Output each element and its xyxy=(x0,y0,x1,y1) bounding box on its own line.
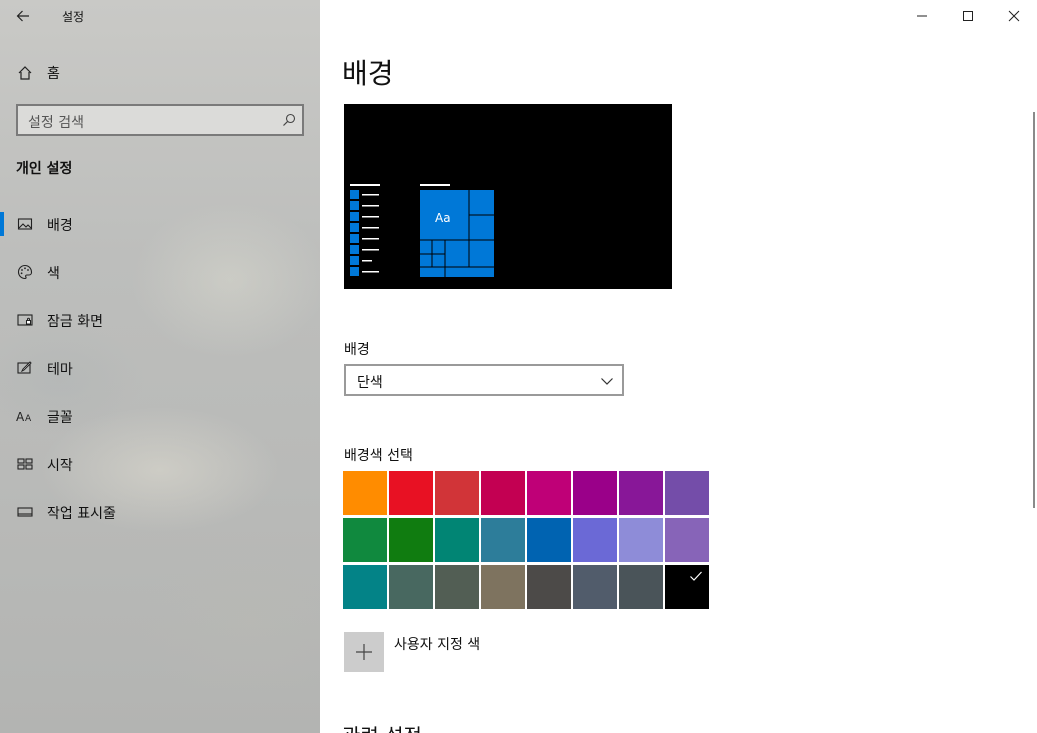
nav-home-label: 홈 xyxy=(47,66,60,82)
background-type-dropdown[interactable]: 단색 xyxy=(344,364,624,396)
taskbar-icon xyxy=(16,503,34,521)
title-bar: 설정 xyxy=(0,0,320,32)
color-swatch[interactable] xyxy=(665,518,709,562)
color-swatch[interactable] xyxy=(435,565,479,609)
maximize-icon xyxy=(963,11,973,21)
page-title: 배경 xyxy=(342,57,394,90)
color-swatch[interactable] xyxy=(665,471,709,515)
sidebar: 설정 홈 설정 검색 개인 설정 배경 색 잠금 화면 테마 A A 글꼴 시작… xyxy=(0,0,320,733)
close-icon xyxy=(1008,10,1020,22)
theme-brush-icon xyxy=(16,359,34,377)
search-input[interactable]: 설정 검색 xyxy=(16,104,304,136)
app-title: 설정 xyxy=(62,10,85,24)
checkmark-icon xyxy=(690,571,702,581)
search-placeholder: 설정 검색 xyxy=(28,115,84,131)
close-button[interactable] xyxy=(991,0,1037,32)
back-arrow-icon xyxy=(16,10,29,22)
start-icon xyxy=(16,455,34,473)
color-swatch[interactable] xyxy=(389,471,433,515)
color-swatch[interactable] xyxy=(343,518,387,562)
sidebar-item-label: 글꼴 xyxy=(47,410,73,426)
scrollbar[interactable] xyxy=(1033,112,1035,508)
sidebar-item-fonts[interactable]: AA 글꼴 xyxy=(0,396,320,436)
home-icon xyxy=(16,64,34,82)
color-swatch[interactable] xyxy=(573,565,617,609)
chevron-down-icon xyxy=(601,378,613,385)
main-content: 배경 Aa 배경 단색 배경색 선택 사용자 지정 색 xyxy=(320,0,1037,733)
background-label: 배경 xyxy=(344,342,370,358)
custom-color-button[interactable] xyxy=(344,632,384,672)
plus-icon xyxy=(356,644,372,660)
section-title: 개인 설정 xyxy=(16,161,73,177)
color-swatch[interactable] xyxy=(435,471,479,515)
sidebar-item-label: 색 xyxy=(47,266,60,282)
color-swatch[interactable] xyxy=(343,565,387,609)
color-swatch[interactable] xyxy=(481,471,525,515)
nav-home[interactable]: 홈 xyxy=(0,56,320,90)
minimize-icon xyxy=(917,15,927,17)
palette-icon xyxy=(16,263,34,281)
color-swatch[interactable] xyxy=(527,518,571,562)
color-swatch[interactable] xyxy=(665,565,709,609)
color-swatch[interactable] xyxy=(343,471,387,515)
custom-color-label[interactable]: 사용자 지정 색 xyxy=(394,634,480,654)
minimize-button[interactable] xyxy=(899,0,945,32)
color-swatch[interactable] xyxy=(527,471,571,515)
color-swatch[interactable] xyxy=(619,518,663,562)
search-icon xyxy=(283,113,296,126)
svg-text:A: A xyxy=(16,410,25,424)
sidebar-item-color[interactable]: 색 xyxy=(0,252,320,292)
sidebar-item-start[interactable]: 시작 xyxy=(0,444,320,484)
sidebar-item-label: 잠금 화면 xyxy=(47,314,103,330)
related-settings-heading: 관련 설정 xyxy=(342,720,422,733)
sidebar-item-label: 테마 xyxy=(47,362,73,378)
back-button[interactable] xyxy=(8,4,38,28)
sidebar-item-background[interactable]: 배경 xyxy=(0,204,320,244)
svg-text:A: A xyxy=(25,414,32,424)
picture-icon xyxy=(16,215,34,233)
sidebar-item-label: 작업 표시줄 xyxy=(47,506,116,522)
background-preview: Aa xyxy=(344,104,672,289)
window-controls xyxy=(899,0,1037,32)
dropdown-value: 단색 xyxy=(357,375,383,391)
color-picker-label: 배경색 선택 xyxy=(344,448,413,464)
desktop-preview-graphic: Aa xyxy=(344,104,672,289)
color-swatch[interactable] xyxy=(389,518,433,562)
sidebar-item-theme[interactable]: 테마 xyxy=(0,348,320,388)
color-swatch[interactable] xyxy=(435,518,479,562)
lock-screen-icon xyxy=(16,311,34,329)
sidebar-item-taskbar[interactable]: 작업 표시줄 xyxy=(0,492,320,532)
maximize-button[interactable] xyxy=(945,0,991,32)
sidebar-item-label: 배경 xyxy=(47,218,73,234)
color-swatch[interactable] xyxy=(619,565,663,609)
color-swatch[interactable] xyxy=(481,518,525,562)
color-swatch[interactable] xyxy=(619,471,663,515)
color-swatch[interactable] xyxy=(573,518,617,562)
color-swatch[interactable] xyxy=(527,565,571,609)
color-swatch[interactable] xyxy=(481,565,525,609)
color-swatch[interactable] xyxy=(573,471,617,515)
color-swatch[interactable] xyxy=(389,565,433,609)
sidebar-item-lock-screen[interactable]: 잠금 화면 xyxy=(0,300,320,340)
sidebar-item-label: 시작 xyxy=(47,458,73,474)
preview-tile-text: Aa xyxy=(435,211,451,225)
font-icon: AA xyxy=(16,407,34,425)
